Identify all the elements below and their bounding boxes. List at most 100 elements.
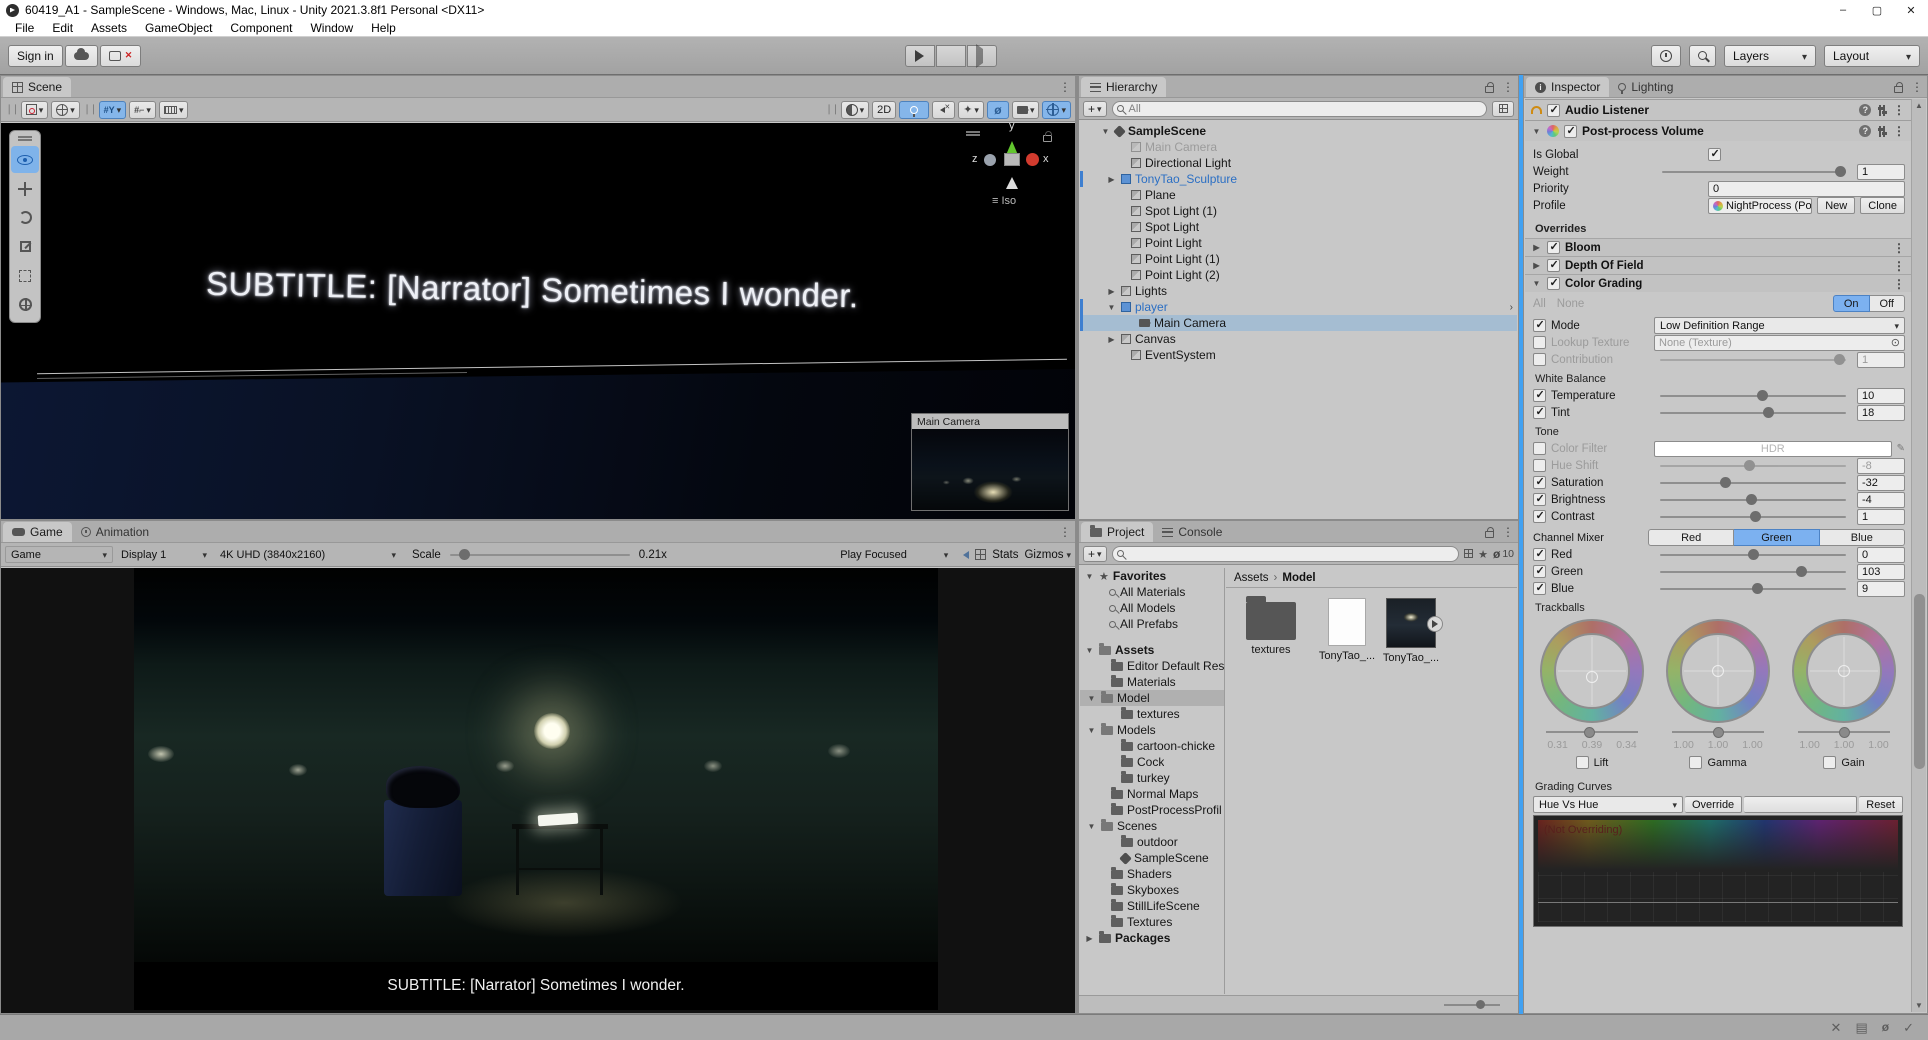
hierarchy-item[interactable]: Main Camera <box>1080 139 1517 155</box>
tab-lighting[interactable]: Lighting <box>1609 77 1682 97</box>
override-menu-icon[interactable] <box>1893 259 1905 273</box>
breadcrumb-root[interactable]: Assets <box>1234 572 1269 584</box>
override-menu-icon[interactable] <box>1893 277 1905 291</box>
profile-new-button[interactable]: New <box>1817 197 1855 214</box>
hierarchy-item[interactable]: SampleScene <box>1080 123 1517 139</box>
drag-handle[interactable]: ❘❘ <box>83 104 96 115</box>
scene-viewport[interactable]: SUBTITLE: [Narrator] Sometimes I wonder.… <box>1 123 1075 519</box>
foldout-icon[interactable] <box>1106 175 1117 184</box>
contribution-value[interactable]: 1 <box>1857 352 1905 368</box>
param-checkbox[interactable] <box>1533 406 1546 419</box>
component-enabled-checkbox[interactable] <box>1547 104 1560 117</box>
gain-wheel[interactable] <box>1792 619 1896 723</box>
hierarchy-item[interactable]: Canvas <box>1080 331 1517 347</box>
brightness-value[interactable]: -4 <box>1857 492 1905 508</box>
project-folder[interactable]: Editor Default Res <box>1080 658 1224 674</box>
contrast-value[interactable]: 1 <box>1857 509 1905 525</box>
console-error-mute-icon[interactable]: ✕ <box>1831 1020 1842 1036</box>
gamma-wheel[interactable] <box>1666 619 1770 723</box>
param-checkbox[interactable] <box>1533 476 1546 489</box>
foldout-icon[interactable] <box>1086 726 1097 735</box>
lock-icon[interactable] <box>1894 86 1903 93</box>
grid-visibility-button[interactable]: #Y <box>99 101 127 119</box>
2d-toggle-button[interactable]: 2D <box>872 101 896 119</box>
menu-window[interactable]: Window <box>301 21 362 35</box>
transform-tool-button[interactable] <box>11 291 39 318</box>
param-checkbox[interactable] <box>1533 493 1546 506</box>
override-menu-icon[interactable] <box>1893 241 1905 255</box>
bloom-override-header[interactable]: Bloom <box>1525 238 1911 256</box>
cloud-button[interactable] <box>65 45 98 67</box>
gain-slider[interactable] <box>1798 731 1890 733</box>
tab-game[interactable]: Game <box>3 522 72 542</box>
favorites-item[interactable]: All Prefabs <box>1080 616 1224 632</box>
favorite-search-icon[interactable] <box>1478 547 1488 561</box>
project-folder[interactable]: Scenes <box>1080 818 1224 834</box>
channel-blue-button[interactable]: Blue <box>1820 529 1905 546</box>
scene-lighting-toggle[interactable] <box>899 101 929 119</box>
component-menu-icon[interactable] <box>1893 124 1905 138</box>
help-icon[interactable]: ? <box>1859 125 1871 137</box>
asset-item-file[interactable]: TonyTao_... <box>1314 598 1380 662</box>
panel-menu-icon[interactable] <box>1911 80 1923 94</box>
favorites-root[interactable]: Favorites <box>1080 568 1224 584</box>
foldout-icon[interactable] <box>1086 694 1097 703</box>
layers-dropdown[interactable]: Layers <box>1724 45 1816 67</box>
foldout-icon[interactable] <box>1531 261 1542 270</box>
view-tool-button[interactable] <box>11 146 39 173</box>
channel-green-button[interactable]: Green <box>1734 529 1819 546</box>
gizmos-dropdown[interactable]: Gizmos <box>1024 549 1071 561</box>
breadcrumb-current[interactable]: Model <box>1282 572 1315 584</box>
project-folder[interactable]: Models <box>1080 722 1224 738</box>
hierarchy-search-input[interactable]: All <box>1112 101 1487 117</box>
presets-icon[interactable] <box>1879 105 1885 116</box>
project-folder-selected[interactable]: Model <box>1080 690 1224 706</box>
menu-edit[interactable]: Edit <box>43 21 82 35</box>
scroll-down-icon[interactable]: ▼ <box>1915 1001 1923 1010</box>
minimize-button[interactable]: – <box>1826 0 1860 20</box>
override-enabled-checkbox[interactable] <box>1547 259 1560 272</box>
z-axis-handle[interactable] <box>984 154 996 166</box>
hierarchy-item[interactable]: Point Light (2) <box>1080 267 1517 283</box>
eyedropper-icon[interactable]: ✎ <box>1897 443 1905 454</box>
down-axis-cone[interactable] <box>1006 171 1018 189</box>
hidden-packages-count[interactable]: ø10 <box>1493 547 1514 561</box>
panel-menu-icon[interactable] <box>1059 525 1071 539</box>
dof-override-header[interactable]: Depth Of Field <box>1525 256 1911 274</box>
gizmo-drag-handle[interactable] <box>966 131 980 136</box>
project-packages-root[interactable]: Packages <box>1080 930 1224 946</box>
hierarchy-item[interactable]: Spot Light <box>1080 219 1517 235</box>
tint-value[interactable]: 18 <box>1857 405 1905 421</box>
mixer-green-value[interactable]: 103 <box>1857 564 1905 580</box>
foldout-icon[interactable] <box>1100 127 1111 136</box>
mixer-blue-value[interactable]: 9 <box>1857 581 1905 597</box>
priority-value[interactable]: 0 <box>1708 181 1905 197</box>
hue-shift-value[interactable]: -8 <box>1857 458 1905 474</box>
menu-file[interactable]: File <box>6 21 43 35</box>
step-button[interactable] <box>967 45 997 67</box>
drag-handle[interactable]: ❘❘ <box>5 104 18 115</box>
services-button[interactable]: ✕ <box>100 45 142 67</box>
pivot-orientation-button[interactable] <box>51 101 80 119</box>
foldout-icon[interactable] <box>1531 243 1542 252</box>
prefab-open-chevron[interactable]: › <box>1510 302 1513 313</box>
hierarchy-item[interactable]: Plane <box>1080 187 1517 203</box>
lift-slider[interactable] <box>1546 731 1638 733</box>
pause-button[interactable] <box>936 45 966 67</box>
profile-object-field[interactable]: NightProcess (Pos <box>1708 198 1812 214</box>
saturation-slider[interactable] <box>1660 482 1846 484</box>
override-enabled-checkbox[interactable] <box>1547 277 1560 290</box>
object-picker-icon[interactable] <box>1891 336 1900 349</box>
layers-status-icon[interactable]: ▤ <box>1855 1020 1867 1036</box>
menu-gameobject[interactable]: GameObject <box>136 21 221 35</box>
undo-history-button[interactable] <box>1651 45 1681 67</box>
foldout-icon[interactable] <box>1106 287 1117 296</box>
project-folder[interactable]: outdoor <box>1080 834 1224 850</box>
project-folder[interactable]: textures <box>1080 706 1224 722</box>
project-folder[interactable]: Normal Maps <box>1080 786 1224 802</box>
lock-icon[interactable] <box>1485 531 1494 538</box>
audio-toggle-button[interactable] <box>932 101 955 119</box>
panel-menu-icon[interactable] <box>1502 80 1514 94</box>
play-focused-dropdown[interactable]: Play Focused <box>835 546 953 563</box>
scale-tool-button[interactable] <box>11 233 39 260</box>
